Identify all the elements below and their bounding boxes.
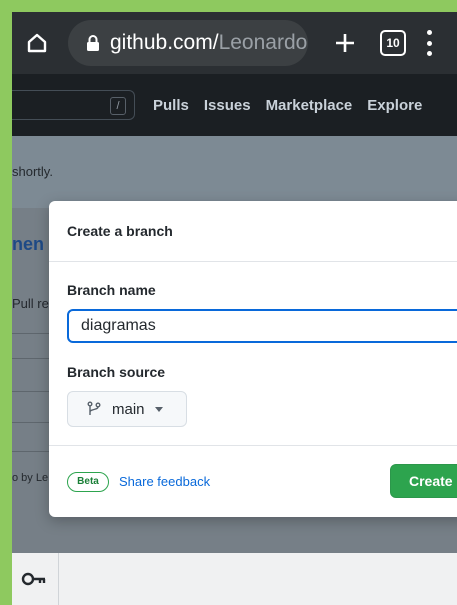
lock-icon	[87, 35, 99, 51]
background-credit-fragment: o by Le	[12, 472, 49, 484]
home-icon[interactable]	[18, 24, 56, 62]
git-branch-icon	[87, 401, 101, 415]
left-green-border	[0, 0, 12, 605]
url-bar[interactable]: github.com/Leonardo	[68, 20, 308, 66]
branch-source-select[interactable]: main	[67, 391, 187, 427]
slash-shortcut-badge: /	[110, 97, 126, 115]
branch-source-label: Branch source	[67, 364, 166, 380]
nav-issues[interactable]: Issues	[204, 97, 251, 114]
flash-banner: shortly.	[12, 136, 457, 208]
dialog-title: Create a branch	[67, 223, 173, 239]
new-tab-icon[interactable]	[330, 28, 360, 58]
share-feedback-link[interactable]: Share feedback	[119, 474, 210, 489]
beta-badge: Beta	[67, 472, 109, 492]
background-title-fragment: nen	[12, 234, 45, 254]
url-path: Leonardo	[218, 31, 308, 54]
divider	[12, 422, 52, 423]
nav-marketplace[interactable]: Marketplace	[266, 97, 353, 114]
branch-name-label: Branch name	[67, 282, 156, 298]
branch-source-value: main	[112, 400, 145, 418]
browser-toolbar: github.com/Leonardo 10	[12, 12, 457, 74]
key-icon[interactable]	[20, 569, 48, 589]
branch-name-input[interactable]	[67, 309, 457, 343]
github-header: / Pulls Issues Marketplace Explore	[12, 74, 457, 136]
dialog-footer: Beta Share feedback Create	[49, 445, 457, 517]
bottom-toolbar	[12, 553, 457, 605]
create-branch-dialog: Create a branch Branch name Branch sourc…	[49, 201, 457, 517]
divider	[12, 451, 52, 452]
chevron-down-icon	[154, 406, 163, 412]
divider	[12, 358, 52, 359]
url-host: github.com/	[110, 31, 219, 54]
top-green-border	[0, 0, 457, 12]
nav-explore[interactable]: Explore	[367, 97, 422, 114]
background-subtitle-fragment: Pull re	[12, 296, 49, 311]
menu-kebab-icon[interactable]	[424, 30, 434, 56]
tab-switcher-button[interactable]: 10	[380, 30, 406, 56]
header-nav: Pulls Issues Marketplace Explore	[153, 97, 437, 114]
divider	[12, 391, 52, 392]
flash-text: shortly.	[12, 164, 53, 179]
divider	[12, 333, 52, 334]
nav-pulls[interactable]: Pulls	[153, 97, 189, 114]
dialog-header: Create a branch	[49, 201, 457, 262]
search-input[interactable]: /	[12, 90, 135, 120]
divider	[58, 553, 59, 605]
create-branch-button[interactable]: Create	[390, 464, 457, 498]
